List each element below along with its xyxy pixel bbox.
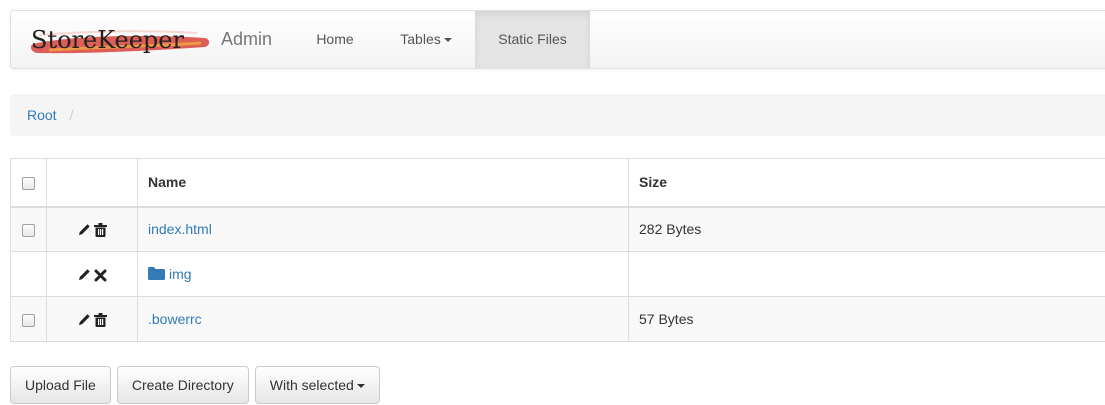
trash-icon[interactable] <box>94 223 107 238</box>
with-selected-dropdown[interactable]: With selected <box>254 366 380 404</box>
table-header-row: Name Size <box>10 158 1105 208</box>
row-select-cell <box>10 251 47 297</box>
top-navbar: StoreKeeper Admin Home Tables Static Fil… <box>10 10 1105 69</box>
row-name-cell: img <box>137 251 629 297</box>
breadcrumb-root[interactable]: Root <box>27 107 57 123</box>
directory-name: img <box>169 266 192 282</box>
table-row: .bowerrc 57 Bytes <box>10 296 1105 342</box>
breadcrumb: Root / <box>10 94 1105 136</box>
row-actions <box>46 206 138 252</box>
brand-logo[interactable]: StoreKeeper <box>29 21 219 61</box>
pencil-icon[interactable] <box>77 223 91 237</box>
admin-label[interactable]: Admin <box>221 29 272 50</box>
file-link[interactable]: .bowerrc <box>148 311 202 327</box>
row-size-cell: 57 Bytes <box>628 296 1105 342</box>
actions-header <box>46 158 138 208</box>
row-size-cell: 282 Bytes <box>628 206 1105 252</box>
nav-tables-label: Tables <box>400 31 441 47</box>
nav-tables-dropdown[interactable]: Tables <box>385 11 467 68</box>
pencil-icon[interactable] <box>77 313 91 327</box>
row-checkbox[interactable] <box>22 224 35 238</box>
row-size-cell <box>628 251 1105 297</box>
table-row: img <box>10 251 1105 297</box>
remove-icon[interactable] <box>94 269 107 282</box>
nav-home[interactable]: Home <box>307 11 363 68</box>
directory-link[interactable]: img <box>148 266 192 282</box>
row-name-cell: index.html <box>137 206 629 252</box>
nav-home-label: Home <box>316 31 354 47</box>
file-link[interactable]: index.html <box>148 221 212 237</box>
nav-static-files[interactable]: Static Files <box>475 11 590 68</box>
brand-name: StoreKeeper <box>31 26 184 54</box>
file-table: Name Size index.html 282 Bytes img .bowe… <box>10 158 1105 342</box>
name-column-header[interactable]: Name <box>137 158 629 208</box>
row-name-cell: .bowerrc <box>137 296 629 342</box>
pencil-icon[interactable] <box>77 268 91 282</box>
action-button-bar: Upload File Create Directory With select… <box>10 366 380 404</box>
row-actions <box>46 296 138 342</box>
size-column-header[interactable]: Size <box>628 158 1105 208</box>
row-select-cell <box>10 206 47 252</box>
breadcrumb-separator: / <box>69 107 74 123</box>
trash-icon[interactable] <box>94 313 107 328</box>
select-all-cell <box>10 158 47 208</box>
row-select-cell <box>10 296 47 342</box>
nav-static-files-label: Static Files <box>498 31 567 47</box>
select-all-checkbox[interactable] <box>22 177 35 191</box>
table-row: index.html 282 Bytes <box>10 206 1105 252</box>
row-checkbox[interactable] <box>22 313 35 327</box>
caret-down-icon <box>443 38 452 43</box>
with-selected-label: With selected <box>269 377 354 393</box>
create-directory-button[interactable]: Create Directory <box>116 366 249 404</box>
caret-down-icon <box>356 384 365 389</box>
folder-icon <box>148 267 165 280</box>
row-actions <box>46 251 138 297</box>
upload-file-button[interactable]: Upload File <box>10 366 111 404</box>
